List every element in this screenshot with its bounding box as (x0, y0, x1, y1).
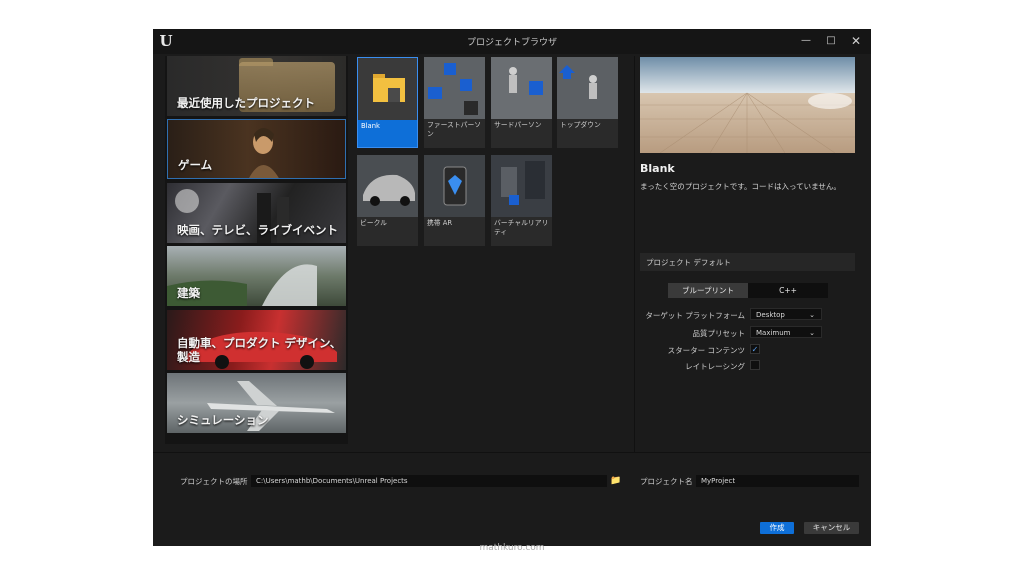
category-automotive[interactable]: 自動車、プロダクト デザイン、製造 (167, 310, 346, 370)
category-list: 最近使用したプロジェクト ゲーム 映画、テレビ、ライブイベント 建築 自動車、プ… (165, 56, 348, 444)
blueprint-cpp-toggle: ブループリント C++ (668, 283, 828, 298)
template-virtual-reality[interactable]: バーチャルリアリティ (491, 155, 552, 246)
browse-folder-icon[interactable]: 📁 (610, 475, 622, 487)
template-first-person[interactable]: ファーストパーソン (424, 57, 485, 148)
template-label: バーチャルリアリティ (494, 219, 549, 236)
target-platform-value: Desktop (756, 311, 785, 319)
project-defaults-label: プロジェクト デフォルト (646, 258, 731, 267)
project-defaults-header: プロジェクト デフォルト (640, 253, 855, 271)
project-browser-window: U プロジェクトブラウザ — □ ✕ 最近使用したプロジェクト ゲーム 映画、テ… (153, 29, 871, 546)
template-label: ビークル (360, 219, 387, 227)
preview-title: Blank (640, 162, 675, 175)
title-bar[interactable]: U プロジェクトブラウザ — □ ✕ (153, 29, 871, 54)
project-name-label: プロジェクト名 (640, 477, 693, 486)
category-label: 自動車、プロダクト デザイン、製造 (177, 336, 342, 364)
category-architecture[interactable]: 建築 (167, 246, 346, 306)
template-preview-image (640, 57, 855, 153)
first-person-thumbnail-icon (424, 57, 485, 119)
create-button[interactable]: 作成 (760, 522, 794, 534)
project-name-input[interactable]: MyProject (696, 475, 859, 487)
category-film-tv-live[interactable]: 映画、テレビ、ライブイベント (167, 183, 346, 243)
site-watermark: mathkuro.com (479, 543, 545, 553)
panel-divider (634, 56, 635, 452)
category-simulation[interactable]: シミュレーション (167, 373, 346, 433)
quality-preset-value: Maximum (756, 329, 791, 337)
template-vehicle[interactable]: ビークル (357, 155, 418, 246)
starter-content-checkbox[interactable]: ✓ (750, 344, 760, 354)
template-top-down[interactable]: トップダウン (557, 57, 618, 148)
close-button[interactable]: ✕ (846, 32, 866, 50)
checkmark-icon: ✓ (751, 345, 759, 354)
vehicle-thumbnail-icon (357, 155, 418, 217)
quality-preset-select[interactable]: Maximum ⌄ (750, 326, 822, 338)
third-person-thumbnail-icon (491, 57, 552, 119)
blueprint-option[interactable]: ブループリント (668, 283, 748, 298)
template-label: Blank (361, 122, 380, 130)
maximize-button[interactable]: □ (821, 32, 841, 50)
window-title: プロジェクトブラウザ (466, 38, 557, 48)
target-platform-select[interactable]: Desktop ⌄ (750, 308, 822, 320)
chevron-down-icon: ⌄ (809, 311, 815, 319)
minimize-button[interactable]: — (796, 32, 816, 50)
category-label: シミュレーション (177, 413, 269, 427)
handheld-ar-thumbnail-icon (424, 155, 485, 217)
ray-tracing-label: レイトレーシング (685, 362, 745, 371)
category-games[interactable]: ゲーム (167, 119, 346, 179)
template-label: トップダウン (560, 121, 601, 129)
category-label: ゲーム (178, 158, 213, 172)
project-location-input[interactable]: C:\Users\mathb\Documents\Unreal Projects (251, 475, 607, 487)
top-down-thumbnail-icon (557, 57, 618, 119)
bottom-separator (153, 452, 871, 453)
category-label: 映画、テレビ、ライブイベント (177, 223, 338, 237)
blank-folder-icon (358, 58, 417, 120)
target-platform-label: ターゲット プラットフォーム (645, 311, 745, 320)
template-label: 携帯 AR (427, 219, 453, 227)
template-third-person[interactable]: サードパーソン (491, 57, 552, 148)
template-handheld-ar[interactable]: 携帯 AR (424, 155, 485, 246)
cpp-option[interactable]: C++ (748, 283, 828, 298)
quality-preset-label: 品質プリセット (692, 329, 746, 338)
template-label: サードパーソン (494, 121, 542, 129)
ray-tracing-checkbox[interactable] (750, 360, 760, 370)
virtual-reality-thumbnail-icon (491, 155, 552, 217)
category-label: 建築 (177, 286, 200, 300)
chevron-down-icon: ⌄ (809, 329, 815, 337)
project-location-label: プロジェクトの場所 (180, 477, 248, 486)
cancel-button[interactable]: キャンセル (804, 522, 859, 534)
starter-content-label: スターター コンテンツ (667, 346, 745, 355)
template-blank[interactable]: Blank (357, 57, 418, 148)
template-label: ファーストパーソン (427, 121, 482, 138)
category-label: 最近使用したプロジェクト (177, 96, 315, 110)
preview-description: まったく空のプロジェクトです。コードは入っていません。 (640, 182, 841, 191)
category-recent-projects[interactable]: 最近使用したプロジェクト (167, 56, 346, 116)
